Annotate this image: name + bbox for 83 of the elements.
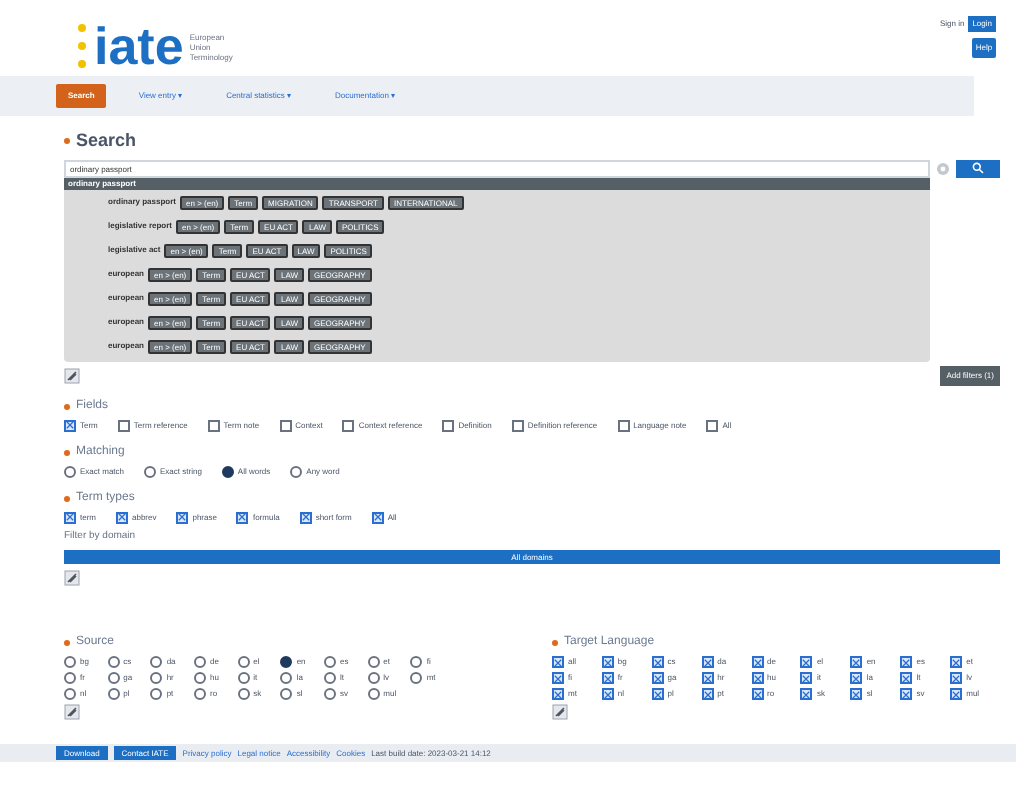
search-button[interactable] [956, 159, 1000, 177]
radio-button[interactable] [107, 688, 120, 700]
checkbox[interactable] [116, 511, 128, 523]
radio-button[interactable] [323, 656, 336, 668]
checkbox[interactable] [900, 688, 913, 700]
bullet-icon [64, 403, 70, 409]
checkbox[interactable] [800, 688, 813, 700]
radio-button[interactable] [280, 656, 293, 668]
radio-button[interactable] [150, 688, 163, 700]
checkbox[interactable] [236, 511, 249, 523]
checkbox[interactable] [751, 672, 764, 684]
radio-button[interactable] [323, 672, 336, 684]
bullet-icon [64, 640, 70, 646]
radio-button[interactable] [64, 688, 76, 700]
checkbox[interactable] [950, 688, 963, 700]
radio-button[interactable] [280, 688, 293, 700]
checkbox[interactable] [64, 419, 76, 431]
radio-button[interactable] [193, 688, 206, 700]
radio-button[interactable] [323, 688, 336, 700]
checkbox[interactable] [651, 688, 664, 700]
radio-button[interactable] [367, 656, 380, 668]
bullet-icon [64, 138, 70, 145]
radio-button[interactable] [64, 672, 76, 684]
radio-button[interactable] [64, 465, 76, 477]
checkbox[interactable] [950, 672, 963, 684]
radio-button[interactable] [221, 465, 234, 477]
checkbox[interactable] [601, 672, 614, 684]
checkbox[interactable] [207, 419, 220, 431]
radio-button[interactable] [237, 672, 250, 684]
radio-button[interactable] [107, 672, 120, 684]
checkbox[interactable] [701, 672, 714, 684]
checkbox[interactable] [751, 656, 764, 668]
checkbox[interactable] [552, 656, 564, 668]
checkbox[interactable] [342, 419, 355, 431]
radio-button[interactable] [290, 465, 303, 477]
checkbox[interactable] [701, 688, 714, 700]
radio-button[interactable] [367, 688, 380, 700]
checkbox[interactable] [950, 656, 963, 668]
radio-button[interactable] [280, 672, 293, 684]
checkbox[interactable] [850, 672, 863, 684]
checkbox[interactable] [552, 672, 564, 684]
checkbox[interactable] [552, 688, 564, 700]
radio-button[interactable] [150, 656, 163, 668]
checkbox[interactable] [511, 419, 524, 431]
radio-button[interactable] [237, 656, 250, 668]
radio-button[interactable] [150, 672, 163, 684]
checkbox[interactable] [900, 656, 913, 668]
checkbox[interactable] [850, 656, 863, 668]
checkbox[interactable] [299, 511, 312, 523]
checkbox[interactable] [701, 656, 714, 668]
radio-button[interactable] [410, 656, 423, 668]
checkbox[interactable] [900, 672, 913, 684]
checkbox[interactable] [800, 672, 813, 684]
checkbox[interactable] [117, 419, 130, 431]
logo: iate [94, 20, 184, 72]
radio-button[interactable] [144, 465, 157, 477]
checkbox[interactable] [442, 419, 455, 431]
checkbox[interactable] [371, 511, 384, 523]
search-icon [972, 162, 984, 174]
radio-button[interactable] [367, 672, 380, 684]
bullet-icon [64, 495, 70, 501]
bullet-icon [552, 640, 558, 646]
checkbox[interactable] [651, 672, 664, 684]
checkbox[interactable] [617, 419, 630, 431]
checkbox[interactable] [800, 656, 813, 668]
radio-button[interactable] [410, 672, 423, 684]
search-heading: Search [76, 128, 137, 154]
radio-button[interactable] [193, 672, 206, 684]
checkbox[interactable] [176, 511, 189, 523]
checkbox[interactable] [651, 656, 664, 668]
checkbox[interactable] [601, 688, 614, 700]
checkbox[interactable] [601, 656, 614, 668]
checkbox[interactable] [279, 419, 292, 431]
logo-dots-icon [76, 22, 88, 70]
checkbox[interactable] [751, 688, 764, 700]
bullet-icon [64, 449, 70, 455]
radio-button[interactable] [64, 656, 76, 668]
checkbox[interactable] [706, 419, 719, 431]
radio-button[interactable] [193, 656, 206, 668]
checkbox[interactable] [850, 688, 863, 700]
checkbox[interactable] [64, 511, 76, 523]
radio-button[interactable] [237, 688, 250, 700]
radio-button[interactable] [107, 656, 120, 668]
